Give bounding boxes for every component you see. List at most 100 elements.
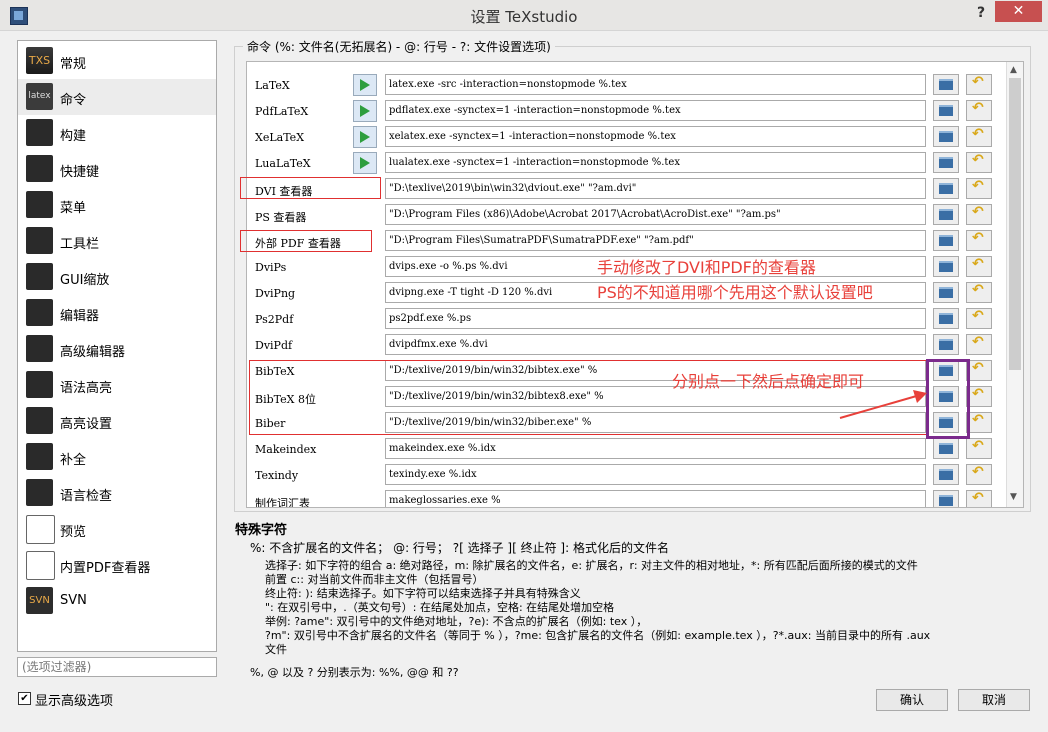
reset-default-icon[interactable] <box>966 100 992 121</box>
menu-icon <box>26 191 53 218</box>
command-row: 制作词汇表 makeglossaries.exe % <box>247 489 1023 508</box>
command-input[interactable]: dvipdfmx.exe %.dvi <box>385 334 926 355</box>
sidebar-item[interactable]: TXS 常规 <box>18 43 216 79</box>
command-label: 制作词汇表 <box>255 497 310 508</box>
reset-default-icon[interactable] <box>966 490 992 507</box>
sidebar-item[interactable]: 语法高亮 <box>18 367 216 403</box>
sidebar-item[interactable]: 补全 <box>18 439 216 475</box>
select-program-icon[interactable] <box>933 126 959 147</box>
sidebar-item[interactable]: 编辑器 <box>18 295 216 331</box>
commands-scrollbar[interactable]: ▲ ▼ <box>1006 62 1023 507</box>
sidebar-item[interactable]: latex 命令 <box>18 79 216 115</box>
command-label: Makeindex <box>255 443 317 456</box>
command-label: DviPng <box>255 287 296 300</box>
command-input[interactable]: makeglossaries.exe % <box>385 490 926 507</box>
command-row: Makeindex makeindex.exe %.idx <box>247 437 1023 463</box>
ok-button[interactable]: 确认 <box>876 689 948 711</box>
gui-scale-icon <box>26 263 53 290</box>
command-row: LuaLaTeX lualatex.exe -synctex=1 -interac… <box>247 151 1023 177</box>
command-input[interactable]: "D:\Program Files\SumatraPDF\SumatraPDF.… <box>385 230 926 251</box>
command-label: PS 查看器 <box>255 211 307 224</box>
sidebar-item[interactable]: 高亮设置 <box>18 403 216 439</box>
scroll-up-icon[interactable]: ▲ <box>1010 65 1017 75</box>
escape-chars-line: %, @ 以及 ? 分别表示为: %%, @@ 和 ?? <box>250 666 459 679</box>
select-program-icon[interactable] <box>933 282 959 303</box>
sidebar-item-label: 命令 <box>60 93 87 108</box>
reset-default-icon[interactable] <box>966 282 992 303</box>
close-button[interactable]: ✕ <box>995 1 1042 22</box>
help-line: 选择子: 如下字符的组合 a: 绝对路径，m: 除扩展名的文件名，e: 扩展名，… <box>265 559 918 572</box>
command-input[interactable]: xelatex.exe -synctex=1 -interaction=nons… <box>385 126 926 147</box>
select-program-icon[interactable] <box>933 438 959 459</box>
run-command-icon[interactable] <box>353 152 377 174</box>
help-line: 终止符: ): 结束选择子。如下字符可以结束选择子并具有特殊含义 <box>265 587 581 600</box>
commands-group-title: 命令 (%: 文件名(无拓展名) - @: 行号 - ?: 文件设置选项) <box>243 38 555 55</box>
option-filter-input[interactable]: (选项过滤器) <box>17 657 217 677</box>
command-input[interactable]: latex.exe -src -interaction=nonstopmode … <box>385 74 926 95</box>
select-program-icon[interactable] <box>933 74 959 95</box>
command-input[interactable]: "D:\Program Files (x86)\Adobe\Acrobat 20… <box>385 204 926 225</box>
reset-default-icon[interactable] <box>966 308 992 329</box>
sidebar-item[interactable]: 预览 <box>18 511 216 547</box>
select-program-icon[interactable] <box>933 152 959 173</box>
reset-default-icon[interactable] <box>966 74 992 95</box>
sidebar-item[interactable]: 菜单 <box>18 187 216 223</box>
select-program-icon[interactable] <box>933 256 959 277</box>
svn-icon: SVN <box>26 587 53 614</box>
show-advanced-checkbox[interactable]: ✔ <box>18 692 31 705</box>
sidebar-item-label: 构建 <box>60 129 87 144</box>
select-program-icon[interactable] <box>933 490 959 507</box>
keyboard-icon <box>26 155 53 182</box>
sidebar-item[interactable]: 工具栏 <box>18 223 216 259</box>
select-program-icon[interactable] <box>933 230 959 251</box>
reset-default-icon[interactable] <box>966 204 992 225</box>
command-row: PS 查看器 "D:\Program Files (x86)\Adobe\Acro… <box>247 203 1023 229</box>
command-row: PdfLaTeX pdflatex.exe -synctex=1 -interac… <box>247 99 1023 125</box>
help-line: ?m": 双引号中不含扩展名的文件名（等同于 % ），?me: 包含扩展名的文件… <box>265 629 931 642</box>
command-input[interactable]: "D:\texlive\2019\bin\win32\dviout.exe" "… <box>385 178 926 199</box>
sidebar-item-label: GUI缩放 <box>60 273 110 288</box>
sidebar-item[interactable]: 语言检查 <box>18 475 216 511</box>
reset-default-icon[interactable] <box>966 126 992 147</box>
command-input[interactable]: makeindex.exe %.idx <box>385 438 926 459</box>
txs-icon: TXS <box>26 47 53 74</box>
select-program-icon[interactable] <box>933 464 959 485</box>
select-program-icon[interactable] <box>933 178 959 199</box>
reset-default-icon[interactable] <box>966 230 992 251</box>
advanced-editor-icon <box>26 335 53 362</box>
sidebar-item-label: 高亮设置 <box>60 417 113 432</box>
select-program-icon[interactable] <box>933 204 959 225</box>
run-command-icon[interactable] <box>353 74 377 96</box>
pdf-viewer-highlight-box <box>240 230 372 252</box>
sidebar-item[interactable]: 构建 <box>18 115 216 151</box>
run-command-icon[interactable] <box>353 126 377 148</box>
toolbar-icon <box>26 227 53 254</box>
dvi-viewer-highlight-box <box>240 177 381 199</box>
scroll-down-icon[interactable]: ▼ <box>1010 492 1017 502</box>
select-program-icon[interactable] <box>933 308 959 329</box>
sidebar-item[interactable]: 快捷键 <box>18 151 216 187</box>
help-button[interactable]: ? <box>968 3 994 23</box>
command-input[interactable]: pdflatex.exe -synctex=1 -interaction=non… <box>385 100 926 121</box>
select-program-icon[interactable] <box>933 100 959 121</box>
command-input[interactable]: lualatex.exe -synctex=1 -interaction=non… <box>385 152 926 173</box>
cancel-button[interactable]: 取消 <box>958 689 1030 711</box>
show-advanced-label: 显示高级选项 <box>35 694 114 709</box>
sidebar-item[interactable]: GUI缩放 <box>18 259 216 295</box>
reset-default-icon[interactable] <box>966 256 992 277</box>
reset-default-icon[interactable] <box>966 152 992 173</box>
reset-default-icon[interactable] <box>966 464 992 485</box>
scroll-thumb[interactable] <box>1009 78 1021 370</box>
sidebar-item[interactable]: SVN SVN <box>18 583 216 619</box>
command-input[interactable]: texindy.exe %.idx <box>385 464 926 485</box>
reset-default-icon[interactable] <box>966 178 992 199</box>
command-input[interactable]: ps2pdf.exe %.ps <box>385 308 926 329</box>
reset-default-icon[interactable] <box>966 334 992 355</box>
reset-default-icon[interactable] <box>966 438 992 459</box>
viewer-note-line2: PS的不知道用哪个先用这个默认设置吧 <box>597 283 873 302</box>
sidebar-item[interactable]: 高级编辑器 <box>18 331 216 367</box>
command-label: DviPs <box>255 261 287 274</box>
select-program-icon[interactable] <box>933 334 959 355</box>
sidebar-item[interactable]: 内置PDF查看器 <box>18 547 216 583</box>
run-command-icon[interactable] <box>353 100 377 122</box>
